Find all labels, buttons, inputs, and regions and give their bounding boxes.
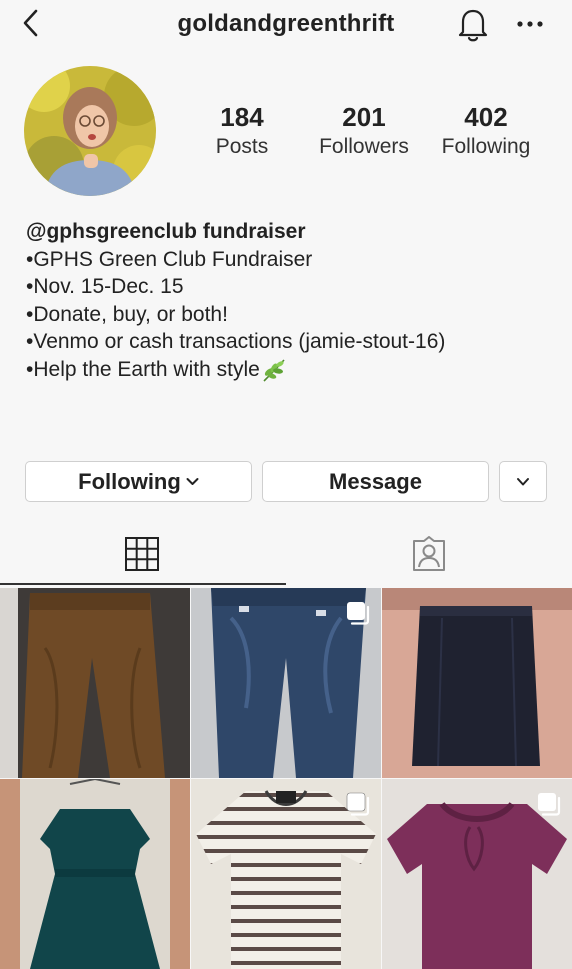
following-button-label: Following	[78, 468, 181, 494]
stat-count: 402	[464, 102, 508, 132]
bio-line: •Help the Earth with style	[26, 357, 260, 381]
stat-count: 184	[220, 102, 264, 132]
more-horizontal-icon[interactable]	[513, 8, 547, 38]
stat-label: Posts	[215, 135, 269, 158]
message-button-label: Message	[329, 468, 422, 494]
bio-line-with-emoji: •Help the Earth with style	[26, 356, 556, 384]
suggested-accounts-button[interactable]	[499, 461, 547, 502]
stat-count: 201	[342, 102, 386, 132]
active-tab-indicator	[0, 583, 286, 585]
post-thumbnail[interactable]	[191, 588, 381, 778]
posts-grid	[0, 588, 572, 969]
bio-line: •Venmo or cash transactions (jamie-stout…	[26, 330, 446, 353]
chevron-down-icon	[517, 477, 529, 485]
multiple-photos-icon	[347, 602, 370, 625]
chevron-down-icon	[186, 478, 199, 485]
post-thumbnail[interactable]	[382, 588, 572, 778]
stat-label: Following	[441, 135, 531, 158]
post-thumbnail[interactable]	[382, 779, 572, 969]
grid-icon	[125, 537, 159, 571]
following-button[interactable]: Following	[25, 461, 252, 502]
stat-posts[interactable]: 184 Posts	[172, 100, 312, 160]
stat-followers[interactable]: 201 Followers	[294, 100, 434, 160]
profile-avatar[interactable]	[24, 66, 156, 196]
multiple-photos-icon	[346, 792, 370, 816]
post-thumbnail[interactable]	[191, 779, 381, 969]
message-button[interactable]: Message	[262, 461, 489, 502]
post-image	[0, 779, 190, 969]
bio-line: •Nov. 15-Dec. 15	[26, 275, 184, 298]
profile-tabs	[0, 520, 572, 586]
top-bar: goldandgreenthrift	[0, 0, 572, 48]
post-image	[0, 588, 190, 778]
stat-label: Followers	[319, 135, 409, 158]
bio-line: •GPHS Green Club Fundraiser	[26, 247, 313, 271]
stat-following[interactable]: 402 Following	[416, 100, 556, 160]
bio-name: @gphsgreenclub fundraiser	[26, 220, 306, 243]
bio-line: •Donate, buy, or both!	[26, 302, 228, 326]
bell-icon[interactable]	[453, 4, 493, 44]
post-image	[382, 588, 572, 778]
post-thumbnail[interactable]	[0, 588, 190, 778]
tab-tagged[interactable]	[286, 520, 572, 586]
multiple-photos-icon	[538, 793, 561, 816]
tagged-person-icon	[413, 536, 445, 571]
avatar-photo	[24, 66, 156, 196]
post-thumbnail[interactable]	[0, 779, 190, 969]
herb-emoji-icon	[263, 359, 285, 382]
tab-posts-grid[interactable]	[0, 520, 286, 586]
profile-bio: @gphsgreenclub fundraiser •GPHS Green Cl…	[26, 218, 556, 383]
